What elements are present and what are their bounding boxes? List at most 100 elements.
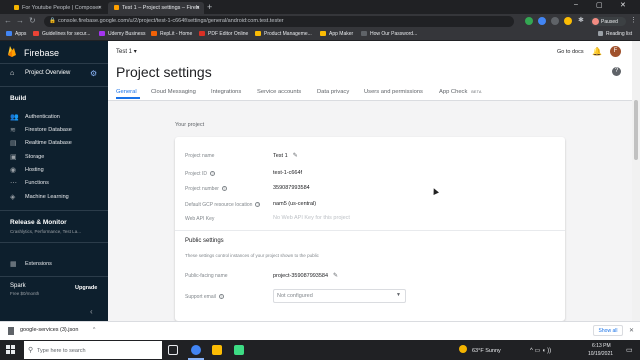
bookmark-apps[interactable]: Apps [6,31,26,37]
build-heading[interactable]: Build [10,95,26,102]
sidebar-item-functions[interactable]: ⋯ Functions [0,178,108,190]
url-text[interactable]: console.firebase.google.com/u/2/project/… [58,18,284,24]
notification-center-icon[interactable]: ▭ [626,346,633,354]
extensions-puzzle-icon[interactable]: ✱ [578,16,584,24]
system-tray-icons[interactable]: ^ ▭ ◖ )) [530,347,551,354]
extension-icon[interactable] [551,17,559,25]
tab-users-permissions[interactable]: Users and permissions [364,89,423,95]
release-monitor-heading[interactable]: Release & Monitor [10,219,67,226]
download-file-name[interactable]: google-services (3).json [20,327,78,333]
tab-app-check[interactable]: App Check BETA [439,89,482,95]
minimize-icon[interactable]: – [574,1,578,8]
sidebar-item-realtime-database[interactable]: ▤ Realtime Database [0,138,108,150]
sidebar-item-authentication[interactable]: 👥 Authentication [0,112,108,124]
help-circle-icon[interactable]: ? [255,202,261,207]
tab-data-privacy[interactable]: Data privacy [317,89,349,95]
bookmark-app-maker[interactable]: App Maker [320,31,353,37]
settings-gear-icon[interactable]: ⚙ [90,69,97,78]
profile-button[interactable]: Paused [590,17,626,26]
bookmark-favicon-icon [33,31,39,36]
tab-integrations[interactable]: Integrations [211,89,241,95]
sidebar-item-storage[interactable]: ▣ Storage [0,152,108,164]
chevron-up-icon[interactable]: ^ [93,327,95,333]
close-window-icon[interactable]: ✕ [620,1,626,9]
tab-general[interactable]: General [116,89,137,95]
bookmark-passwords[interactable]: How Our Password... [361,31,417,37]
extension-icon[interactable] [538,17,546,25]
extension-icon[interactable] [525,17,533,25]
close-download-bar-icon[interactable]: ✕ [629,327,634,334]
go-to-docs-link[interactable]: Go to docs [557,49,584,55]
notifications-bell-icon[interactable]: 🔔 [592,47,602,56]
bookmark-replit[interactable]: RepLit - Home [151,31,192,37]
sidebar-item-firestore[interactable]: ≋ Firestore Database [0,125,108,137]
sidebar-item-label: Authentication [25,114,60,120]
windows-start-icon[interactable] [6,345,15,354]
project-overview-label[interactable]: Project Overview [25,70,70,76]
chrome-icon[interactable] [191,345,201,355]
chevron-down-icon: ▾ [133,49,137,55]
help-circle-icon[interactable]: ? [209,171,215,176]
lock-icon[interactable]: 🔒 [49,18,56,24]
search-icon: ⚲ [28,347,34,354]
sidebar-item-extensions[interactable]: ▦ Extensions [0,259,108,271]
page-title: Project settings [116,64,212,80]
reading-list-label: Reading list [606,31,633,37]
bookmark-product[interactable]: Product Manageme... [255,31,312,37]
close-tab-icon[interactable]: ✕ [196,5,200,11]
sidebar-item-label: Realtime Database [25,140,72,146]
new-tab-icon[interactable]: + [207,2,212,12]
file-explorer-icon[interactable] [212,345,222,355]
help-circle-icon[interactable]: ? [218,294,224,299]
edit-pencil-icon[interactable]: ✎ [333,272,338,279]
reading-list[interactable]: Reading list [598,31,632,37]
tab-service-accounts[interactable]: Service accounts [257,89,301,95]
show-all-button[interactable]: Show all [593,325,623,336]
edit-pencil-icon[interactable]: ✎ [293,152,298,159]
extension-icon[interactable] [564,17,572,25]
upgrade-button[interactable]: Upgrade [75,285,97,291]
reload-icon[interactable]: ↻ [29,16,36,25]
firebase-favicon-icon [114,5,119,10]
project-id-label: Project ID? [185,171,215,177]
web-api-key-value: No Web API Key for this project [273,215,350,221]
weather-sun-icon[interactable] [459,345,467,353]
help-circle-icon[interactable]: ? [221,186,227,191]
scrollbar-thumb[interactable] [634,100,638,160]
clock-time[interactable]: 6:13 PM [592,343,611,349]
browser-menu-icon[interactable]: ⋮ [630,16,637,24]
help-icon[interactable]: ? [612,67,621,76]
browser-tab-project-settings[interactable]: Test 1 – Project settings – Fireb ✕ [108,2,204,14]
browser-tab-youtube[interactable]: For Youtube People | Composer ✕ [8,2,106,14]
reading-list-icon [598,31,603,36]
sidebar-item-label: Machine Learning [25,194,69,200]
account-avatar[interactable]: F [610,46,621,57]
bookmark-label: Udemy Business [108,31,146,37]
project-number-label: Project number? [185,186,227,192]
public-settings-heading: Public settings [185,238,224,244]
weather-text[interactable]: 63°F Sunny [472,348,501,354]
task-view-icon[interactable] [168,345,178,355]
your-project-heading: Your project [175,122,205,128]
public-facing-name-value: project-359087993584 ✎ [273,272,338,279]
bookmark-udemy[interactable]: Udemy Business [99,31,146,37]
android-studio-icon[interactable] [234,345,244,355]
back-icon[interactable]: ← [4,16,12,25]
forward-icon[interactable]: → [16,16,24,25]
bookmark-guidelines[interactable]: Guidelines for secur... [33,31,90,37]
tab-cloud-messaging[interactable]: Cloud Messaging [151,89,196,95]
sidebar-item-machine-learning[interactable]: ◈ Machine Learning [0,192,108,204]
sidebar-item-hosting[interactable]: ◉ Hosting [0,165,108,177]
bookmark-label: How Our Password... [370,31,418,37]
gcp-location-label: Default GCP resource location? [185,202,261,208]
bookmark-label: App Maker [329,31,354,37]
sidebar-divider [0,210,108,211]
firebase-brand[interactable]: Firebase [24,48,59,58]
bookmark-pdf-editor[interactable]: PDF Editor Online [199,31,248,37]
project-selector[interactable]: Test 1 ▾ [116,48,137,55]
close-tab-icon[interactable]: ✕ [98,5,102,11]
page-scrollbar[interactable] [632,41,640,321]
maximize-icon[interactable]: ▢ [596,1,603,9]
clock-date[interactable]: 10/19/2021 [588,351,613,357]
collapse-sidebar-icon[interactable]: ‹ [90,307,93,316]
